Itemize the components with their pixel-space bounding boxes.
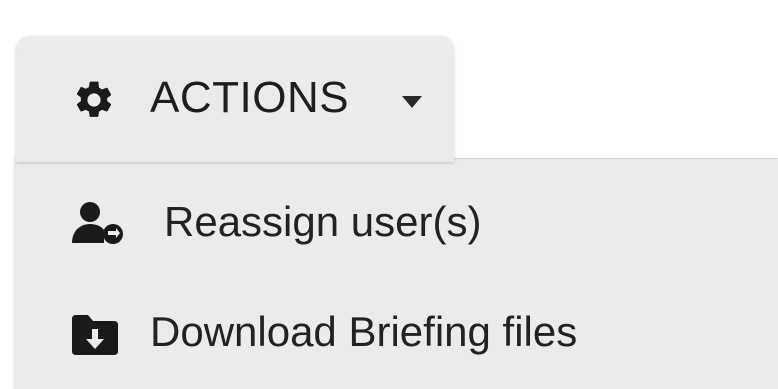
- menu-item-download-briefing-files[interactable]: Download Briefing files: [16, 283, 778, 383]
- menu-item-label: Download Briefing files: [150, 308, 578, 355]
- actions-button[interactable]: ACTIONS: [16, 36, 454, 162]
- page: ACTIONS Reassign user(s) Download Briefi…: [0, 0, 778, 389]
- actions-dropdown-menu: Reassign user(s) Download Briefing files: [16, 158, 778, 389]
- caret-down-icon: [400, 94, 424, 110]
- gear-icon: [72, 78, 116, 122]
- actions-button-label: ACTIONS: [150, 73, 350, 122]
- menu-item-label: Reassign user(s): [164, 198, 482, 245]
- user-reassign-icon: [72, 201, 124, 245]
- folder-download-icon: [72, 315, 118, 355]
- menu-item-reassign-users[interactable]: Reassign user(s): [16, 173, 778, 273]
